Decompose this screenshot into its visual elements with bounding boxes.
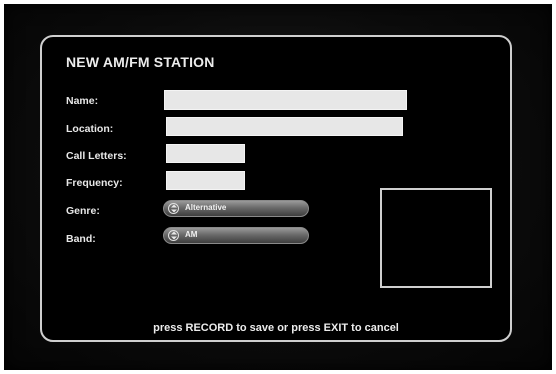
up-down-arrows-icon <box>168 230 179 241</box>
genre-label: Genre: <box>66 205 100 217</box>
name-field[interactable] <box>164 90 407 110</box>
band-label: Band: <box>66 233 96 245</box>
location-field[interactable] <box>166 117 403 136</box>
frequency-field[interactable] <box>166 171 245 190</box>
genre-select[interactable]: Alternative <box>163 200 309 217</box>
call-letters-label: Call Letters: <box>66 150 127 162</box>
band-value: AM <box>185 230 198 239</box>
band-select[interactable]: AM <box>163 227 309 244</box>
genre-value: Alternative <box>185 203 227 212</box>
instruction-text: press RECORD to save or press EXIT to ca… <box>153 322 399 334</box>
dialog-title: NEW AM/FM STATION <box>66 54 215 70</box>
preview-box <box>380 188 492 288</box>
new-station-dialog: NEW AM/FM STATION Name: Location: Call L… <box>40 35 512 342</box>
tv-screen: NEW AM/FM STATION Name: Location: Call L… <box>4 4 552 370</box>
call-letters-field[interactable] <box>166 144 245 163</box>
frequency-label: Frequency: <box>66 177 123 189</box>
up-down-arrows-icon <box>168 203 179 214</box>
name-label: Name: <box>66 95 99 107</box>
location-label: Location: <box>66 123 114 135</box>
